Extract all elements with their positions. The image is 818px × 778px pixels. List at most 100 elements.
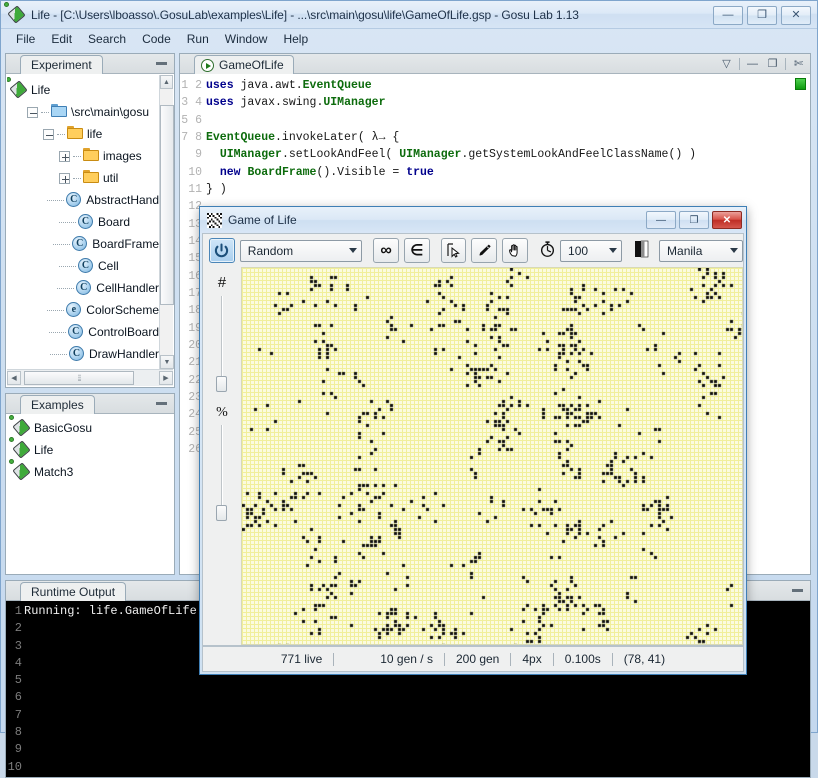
pan-tool-button[interactable] (502, 238, 529, 263)
collapse-icon[interactable] (43, 128, 54, 140)
tree-item--src-main-gosu[interactable]: \src\main\gosu (11, 101, 159, 123)
experiment-tabstrip: Experiment (6, 54, 174, 74)
infinite-button[interactable]: ∞ (373, 238, 399, 263)
experiment-vscrollbar[interactable]: ▲ ▼ (159, 75, 174, 369)
tree-item-board[interactable]: C Board (11, 211, 159, 233)
tree-item-abstracthand[interactable]: C AbstractHand (11, 189, 159, 211)
examples-panel: Examples BasicGosu Life Match3 (5, 393, 175, 575)
folder-icon (83, 170, 99, 186)
menu-help[interactable]: Help (276, 30, 315, 48)
window-controls: — ❐ ✕ (713, 6, 811, 25)
collapse-icon[interactable] (27, 106, 38, 118)
editor-close-icon[interactable]: ✄ (791, 56, 806, 71)
runtime-minimize-button[interactable] (792, 589, 803, 592)
tree-item-life[interactable]: Life (7, 77, 159, 101)
experiment-hscrollbar[interactable]: ◀ ⦙⦙⦙ ▶ (7, 369, 173, 386)
tree-item-util[interactable]: util (11, 167, 159, 189)
pattern-select[interactable]: Random (239, 239, 363, 262)
color-scheme-value: Manila (667, 243, 703, 258)
wrap-button[interactable]: ∈ (403, 238, 430, 263)
wrap-icon: ∈ (410, 242, 424, 259)
tree-item-drawhandler[interactable]: C DrawHandler (11, 343, 159, 365)
grid-size-slider-label: # (217, 275, 227, 292)
tree-item-label: Life (31, 83, 51, 97)
tab-gameoflife[interactable]: GameOfLife (194, 55, 294, 74)
tree-item-cell[interactable]: C Cell (11, 255, 159, 277)
tab-examples[interactable]: Examples (20, 395, 95, 414)
gol-minimize-button[interactable]: — (646, 211, 676, 229)
menu-edit[interactable]: Edit (44, 30, 79, 48)
game-of-life-window: Game of Life — ❐ ✕ Random ∞ ∈ 100 Manila… (199, 206, 747, 675)
status-live-count: 771 live (280, 652, 323, 666)
title-bar: Life - [C:\Users\lboasso\.GosuLab\exampl… (1, 1, 817, 29)
gol-status-bar: 771 live 10 gen / s 200 gen 4px 0.100s (… (202, 646, 744, 672)
console-line-numbers: 1 2 3 4 5 6 7 8 9 10 (6, 601, 24, 777)
scroll-left-arrow[interactable]: ◀ (7, 371, 21, 385)
experiment-minimize-button[interactable] (156, 62, 167, 65)
hscroll-thumb[interactable]: ⦙⦙⦙ (24, 371, 134, 385)
tree-item-colorscheme[interactable]: e ColorScheme (11, 299, 159, 321)
example-item-match3[interactable]: Match3 (9, 459, 174, 483)
tree-item-boardframe[interactable]: C BoardFrame (11, 233, 159, 255)
tree-item-controlboard[interactable]: C ControlBoard (11, 321, 159, 343)
tree-connector (59, 221, 76, 223)
scroll-up-arrow[interactable]: ▲ (160, 75, 173, 89)
infinity-icon: ∞ (380, 241, 392, 259)
menu-code[interactable]: Code (135, 30, 178, 48)
life-cells[interactable] (242, 268, 742, 644)
editor-minimize-icon[interactable]: — (745, 56, 760, 71)
examples-minimize-button[interactable] (156, 402, 167, 405)
vscroll-thumb[interactable] (160, 105, 174, 305)
examples-list: BasicGosu Life Match3 (6, 414, 174, 483)
checkerboard-icon (207, 212, 222, 228)
gol-close-button[interactable]: ✕ (712, 211, 742, 229)
menu-window[interactable]: Window (218, 30, 275, 48)
chevron-down-icon[interactable]: ▽ (719, 56, 734, 71)
gol-slider-panel: # % (203, 267, 241, 645)
example-item-basicgosu[interactable]: BasicGosu (9, 415, 174, 439)
minimize-button[interactable]: — (713, 6, 743, 25)
status-generation: 200 gen (455, 652, 500, 666)
tree-item-images[interactable]: images (11, 145, 159, 167)
expand-icon[interactable] (59, 172, 70, 184)
flask-icon (9, 415, 31, 437)
tree-item-life[interactable]: life (11, 123, 159, 145)
maximize-button[interactable]: ❐ (747, 6, 777, 25)
power-button[interactable] (209, 238, 235, 263)
speed-select[interactable]: 100 (560, 239, 623, 262)
example-item-life[interactable]: Life (9, 437, 174, 461)
editor-maximize-icon[interactable]: ❐ (765, 56, 780, 71)
console-output: Running: life.GameOfLife. (24, 604, 205, 618)
tree-item-cellhandler[interactable]: C CellHandler (11, 277, 159, 299)
gol-maximize-button[interactable]: ❐ (679, 211, 709, 229)
scroll-down-arrow[interactable]: ▼ (160, 355, 174, 369)
select-tool-button[interactable] (440, 238, 467, 263)
tree-item-label: BoardFrame (92, 237, 159, 251)
expand-icon[interactable] (59, 150, 70, 162)
gol-title-bar: Game of Life — ❐ ✕ (200, 207, 746, 233)
close-button[interactable]: ✕ (781, 6, 811, 25)
tree-item-label: DrawHandler (88, 347, 159, 361)
tab-runtime-output[interactable]: Runtime Output (20, 582, 127, 601)
draw-tool-button[interactable] (471, 238, 498, 263)
experiment-tree[interactable]: Life \src\main\gosu life images util C Abstrac… (7, 75, 159, 369)
life-grid-canvas[interactable] (241, 267, 743, 645)
grid-size-slider[interactable] (203, 292, 241, 397)
tab-experiment[interactable]: Experiment (20, 55, 103, 74)
flask-icon (4, 1, 26, 24)
tree-item-label: Board (98, 215, 131, 229)
tree-item-label: life (87, 127, 103, 141)
slider-thumb[interactable] (216, 376, 227, 392)
code-line: EventQueue.invokeLater( λ→ { (206, 130, 400, 144)
color-scheme-select[interactable]: Manila (659, 239, 744, 262)
menu-run[interactable]: Run (180, 30, 216, 48)
slider-thumb[interactable] (216, 505, 227, 521)
menu-file[interactable]: File (9, 30, 42, 48)
menu-search[interactable]: Search (81, 30, 133, 48)
scroll-right-arrow[interactable]: ▶ (159, 371, 173, 385)
tree-connector (47, 199, 65, 201)
status-cursor-position: (78, 41) (623, 652, 666, 666)
chevron-down-icon (730, 248, 739, 253)
density-slider[interactable] (203, 421, 241, 526)
tree-connector (57, 133, 65, 135)
